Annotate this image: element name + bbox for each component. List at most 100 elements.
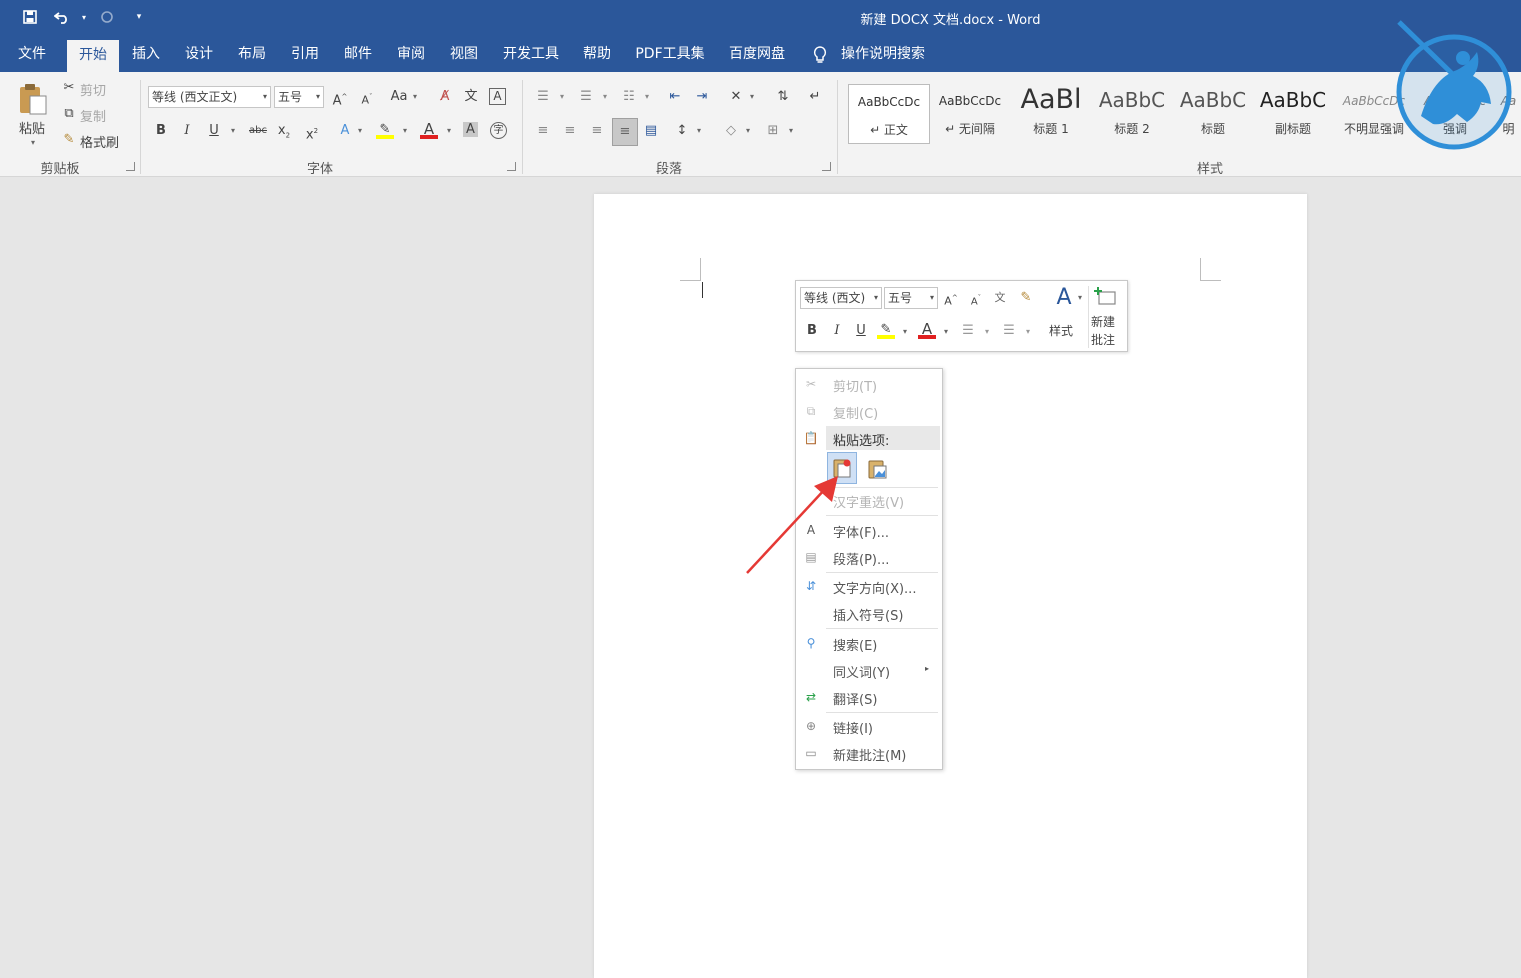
numbering-icon[interactable]: ☰ (577, 88, 595, 106)
decrease-indent-icon[interactable]: ⇤ (666, 88, 684, 106)
font-color-dropdown-icon[interactable]: ▾ (447, 126, 451, 135)
mini-bold-icon[interactable]: B (803, 322, 821, 340)
align-right-icon[interactable]: ≡ (588, 122, 606, 140)
mini-styles-icon[interactable]: A (1050, 284, 1078, 312)
tab-insert[interactable]: 插入 (124, 36, 168, 72)
underline-dropdown-icon[interactable]: ▾ (231, 126, 235, 135)
menu-item-insert-symbol[interactable]: 插入符号(S) (833, 605, 903, 624)
font-size-combo[interactable]: 五号 ▾ (274, 86, 324, 108)
text-effects-dropdown-icon[interactable]: ▾ (358, 126, 362, 135)
clear-formatting-icon[interactable]: A̸ (436, 88, 454, 106)
multilevel-list-dropdown-icon[interactable]: ▾ (645, 92, 649, 101)
paste-label[interactable]: 粘贴 (19, 118, 45, 137)
change-case-dropdown-icon[interactable]: ▾ (413, 92, 417, 101)
tab-home[interactable]: 开始 (67, 40, 119, 72)
line-spacing-icon[interactable]: ↕ (673, 122, 691, 140)
font-color-icon[interactable]: A (420, 120, 438, 139)
menu-item-text-direction[interactable]: 文字方向(X)... (833, 578, 916, 597)
line-spacing-dropdown-icon[interactable]: ▾ (697, 126, 701, 135)
grow-font-icon[interactable]: A^ (331, 88, 349, 108)
mini-styles-dropdown-icon[interactable]: ▾ (1078, 293, 1082, 302)
format-painter-label[interactable]: 格式刷 (80, 132, 119, 151)
mini-shrink-font-icon[interactable]: Aˇ (967, 289, 985, 307)
numbering-dropdown-icon[interactable]: ▾ (603, 92, 607, 101)
menu-item-search[interactable]: 搜索(E) (833, 635, 877, 654)
italic-icon[interactable]: I (178, 122, 196, 140)
tab-developer[interactable]: 开发工具 (498, 36, 564, 72)
mini-phonetic-icon[interactable]: 文 (991, 289, 1009, 307)
show-marks-icon[interactable]: ↵ (806, 88, 824, 106)
align-left-icon[interactable]: ≡ (534, 122, 552, 140)
mini-styles-label[interactable]: 样式 (1049, 322, 1073, 339)
style-title[interactable]: AaBbC 标题 (1173, 84, 1253, 142)
borders-icon[interactable]: ⊞ (764, 122, 782, 140)
tab-baidu-netdisk[interactable]: 百度网盘 (722, 36, 792, 72)
phonetic-guide-icon[interactable]: 文 (462, 88, 480, 106)
bullets-dropdown-icon[interactable]: ▾ (560, 92, 564, 101)
mini-font-name-combo[interactable]: 等线 (西文) ▾ (800, 287, 882, 309)
shading-dropdown-icon[interactable]: ▾ (746, 126, 750, 135)
strikethrough-icon[interactable]: abc (249, 122, 267, 140)
style-subtitle[interactable]: AaBbC 副标题 (1253, 84, 1333, 142)
sort-icon[interactable]: ⇅ (774, 88, 792, 106)
change-case-icon[interactable]: Aa (388, 88, 410, 106)
copy-label[interactable]: 复制 (80, 106, 106, 125)
copy-icon[interactable]: ⧉ (60, 105, 78, 123)
mini-bullets-icon[interactable]: ☰ (959, 322, 977, 340)
borders-dropdown-icon[interactable]: ▾ (789, 126, 793, 135)
mini-numbering-icon[interactable]: ☰ (1000, 322, 1018, 340)
style-heading-2[interactable]: AaBbC 标题 2 (1092, 84, 1172, 142)
mini-font-size-combo[interactable]: 五号 ▾ (884, 287, 938, 309)
character-shading-icon[interactable]: A (463, 122, 478, 137)
cut-label[interactable]: 剪切 (80, 80, 106, 99)
tab-view[interactable]: 视图 (442, 36, 486, 72)
mini-new-comment-icon[interactable] (1093, 286, 1117, 310)
mini-grow-font-icon[interactable]: A^ (942, 289, 960, 308)
paste-picture-button[interactable] (863, 454, 891, 484)
style-heading-1[interactable]: AaBl 标题 1 (1011, 84, 1091, 142)
character-border-icon[interactable]: A (489, 88, 506, 105)
menu-item-link[interactable]: 链接(I) (833, 718, 873, 737)
mini-new-comment-label-1[interactable]: 新建 (1091, 313, 1115, 330)
style-normal[interactable]: AaBbCcDc ↵ 正文 (848, 84, 930, 144)
text-effects-icon[interactable]: A (336, 122, 354, 140)
cut-icon[interactable]: ✂ (60, 79, 78, 97)
chinese-layout-icon[interactable]: ✕ (727, 88, 745, 106)
tab-help[interactable]: 帮助 (575, 36, 619, 72)
tab-pdf-tools[interactable]: PDF工具集 (630, 36, 710, 72)
clipboard-launcher-icon[interactable] (126, 162, 135, 171)
tab-layout[interactable]: 布局 (230, 36, 274, 72)
highlight-icon[interactable]: ✎ (376, 121, 394, 139)
mini-font-color-dropdown-icon[interactable]: ▾ (944, 327, 948, 336)
style-no-spacing[interactable]: AaBbCcDc ↵ 无间隔 (930, 84, 1010, 142)
bullets-icon[interactable]: ☰ (534, 88, 552, 106)
tab-mailings[interactable]: 邮件 (336, 36, 380, 72)
font-launcher-icon[interactable] (507, 162, 516, 171)
mini-new-comment-label-2[interactable]: 批注 (1091, 331, 1115, 348)
menu-item-synonyms[interactable]: 同义词(Y) (833, 662, 890, 681)
mini-highlight-icon[interactable]: ✎ (877, 321, 895, 339)
mini-italic-icon[interactable]: I (828, 322, 846, 340)
mini-bullets-dropdown-icon[interactable]: ▾ (985, 327, 989, 336)
subscript-icon[interactable]: x2 (275, 122, 293, 140)
menu-item-new-comment[interactable]: 新建批注(M) (833, 745, 906, 764)
shrink-font-icon[interactable]: Aˇ (358, 88, 376, 107)
bold-icon[interactable]: B (152, 122, 170, 140)
justify-icon[interactable]: ≡ (612, 118, 638, 146)
paste-dropdown-icon[interactable]: ▾ (31, 138, 35, 147)
shading-icon[interactable]: ◇ (722, 122, 740, 140)
mini-format-painter-icon[interactable]: ✎ (1017, 289, 1035, 307)
format-painter-icon[interactable]: ✎ (60, 131, 78, 149)
mini-font-color-icon[interactable]: A (918, 320, 936, 339)
multilevel-list-icon[interactable]: ☷ (620, 88, 638, 106)
font-name-combo[interactable]: 等线 (西文正文) ▾ (148, 86, 271, 108)
enclose-characters-icon[interactable]: 字 (490, 122, 507, 139)
superscript-icon[interactable]: x2 (303, 122, 321, 142)
increase-indent-icon[interactable]: ⇥ (693, 88, 711, 106)
tab-design[interactable]: 设计 (177, 36, 221, 72)
mini-underline-icon[interactable]: U (852, 322, 870, 340)
menu-item-copy[interactable]: 复制(C) (833, 403, 878, 422)
tab-review[interactable]: 审阅 (389, 36, 433, 72)
mini-highlight-dropdown-icon[interactable]: ▾ (903, 327, 907, 336)
tell-me-search[interactable]: 操作说明搜索 (838, 36, 928, 72)
